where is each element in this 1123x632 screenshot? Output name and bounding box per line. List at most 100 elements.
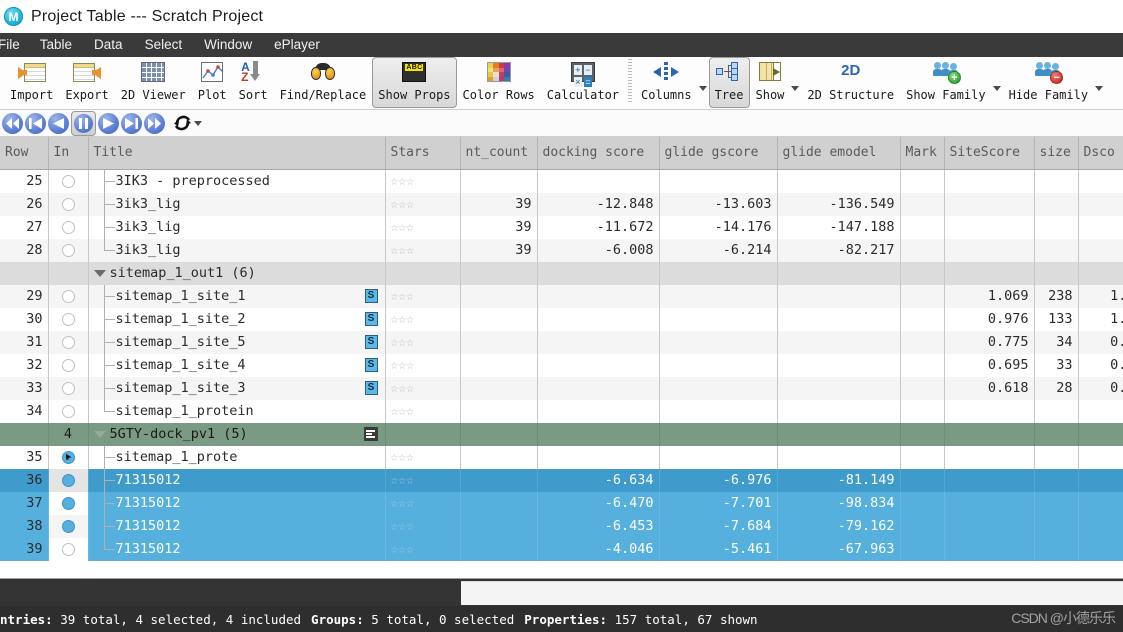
include-radio[interactable]: [61, 404, 75, 418]
table-row[interactable]: 33 sitemap_1_site_3 S ☆☆☆ 0.618280.5: [0, 376, 1123, 400]
star-rating-icon[interactable]: ☆☆☆: [391, 197, 414, 212]
horizontal-scrollbar[interactable]: [0, 578, 1123, 606]
cell-include-toggle[interactable]: [48, 514, 89, 538]
menu-item-eplayer[interactable]: ePlayer: [263, 33, 331, 57]
star-rating-icon[interactable]: ☆☆☆: [391, 243, 414, 258]
play-icon[interactable]: [98, 112, 119, 134]
hide-family-dropdown-caret[interactable]: [1095, 86, 1104, 91]
toolbar-button-show[interactable]: Show: [750, 57, 791, 108]
cell-include-toggle[interactable]: [48, 238, 89, 262]
cell-stars[interactable]: ☆☆☆: [385, 307, 461, 331]
fast-forward-icon[interactable]: [144, 112, 165, 134]
toolbar-button-2d-viewer[interactable]: 2D Viewer: [115, 57, 192, 108]
column-header-stars[interactable]: Stars: [385, 137, 461, 170]
table-row[interactable]: 35 sitemap_1_prote ☆☆☆: [0, 445, 1123, 469]
column-header-size[interactable]: size: [1034, 137, 1079, 170]
sync-refresh-icon[interactable]: [173, 114, 202, 132]
star-rating-icon[interactable]: ☆☆☆: [391, 404, 414, 419]
cell-stars[interactable]: ☆☆☆: [385, 238, 461, 262]
skip-end-icon[interactable]: [121, 112, 142, 134]
include-radio-active[interactable]: [61, 450, 75, 464]
toolbar-button-sort[interactable]: AZ Sort: [233, 57, 274, 108]
column-header-row[interactable]: Row: [0, 137, 49, 170]
cell-stars[interactable]: ☆☆☆: [385, 514, 461, 538]
fast-rewind-icon[interactable]: [2, 112, 23, 134]
menu-item-window[interactable]: Window: [193, 33, 263, 57]
include-radio[interactable]: [61, 243, 75, 257]
cell-stars[interactable]: ☆☆☆: [385, 399, 461, 423]
cell-include-toggle[interactable]: [48, 284, 89, 308]
cell-title[interactable]: 71315012: [88, 491, 386, 515]
include-radio[interactable]: [61, 381, 75, 395]
star-rating-icon[interactable]: ☆☆☆: [391, 335, 414, 350]
table-row[interactable]: 39 71315012 ☆☆☆ -4.046 -5.461 -67.963: [0, 537, 1123, 561]
cell-stars[interactable]: ☆☆☆: [385, 537, 461, 561]
menu-item-data[interactable]: Data: [83, 33, 134, 57]
column-header-sitescore[interactable]: SiteScore: [944, 137, 1035, 170]
star-rating-icon[interactable]: ☆☆☆: [391, 174, 414, 189]
table-row[interactable]: 25 3IK3 - preprocessed ☆☆☆: [0, 169, 1123, 193]
cell-title[interactable]: sitemap_1_protein: [88, 399, 386, 423]
cell-title[interactable]: sitemap_1_site_2 S: [88, 307, 386, 331]
star-rating-icon[interactable]: ☆☆☆: [391, 220, 414, 235]
table-row[interactable]: 27 3ik3_lig ☆☆☆ 39 -11.672 -14.176 -147.188: [0, 215, 1123, 239]
cell-title[interactable]: 71315012: [88, 468, 386, 492]
cell-include-toggle[interactable]: [48, 307, 89, 331]
toolbar-button-hide-family[interactable]: − Hide Family: [1003, 57, 1094, 108]
cell-title[interactable]: sitemap_1_site_3 S: [88, 376, 386, 400]
cell-title[interactable]: sitemap_1_site_1 S: [88, 284, 386, 308]
table-row[interactable]: 4 5GTY-dock_pv1 (5): [0, 422, 1123, 446]
menu-item-table[interactable]: Table: [29, 33, 83, 57]
cell-stars[interactable]: [385, 261, 461, 285]
cell-stars[interactable]: [385, 422, 461, 446]
toolbar-button-export[interactable]: Export: [59, 57, 114, 108]
toolbar-button-show-family[interactable]: + Show Family: [900, 57, 991, 108]
cell-title[interactable]: sitemap_1_site_5 S: [88, 330, 386, 354]
cell-stars[interactable]: ☆☆☆: [385, 376, 461, 400]
menu-item-file[interactable]: File: [0, 33, 29, 57]
include-radio[interactable]: [61, 312, 75, 326]
cell-include-toggle[interactable]: [48, 468, 89, 492]
toolbar-button-import[interactable]: Import: [4, 57, 59, 108]
star-rating-icon[interactable]: ☆☆☆: [391, 542, 414, 557]
column-header-docking-score[interactable]: docking score: [537, 137, 660, 170]
cell-stars[interactable]: ☆☆☆: [385, 284, 461, 308]
show-family-dropdown-caret[interactable]: [992, 86, 1001, 91]
cell-include-toggle[interactable]: [48, 215, 89, 239]
include-radio-selected[interactable]: [61, 496, 75, 510]
column-header-dscore[interactable]: Dsco: [1078, 137, 1123, 170]
table-row[interactable]: 37 71315012 ☆☆☆ -6.470 -7.701 -98.834: [0, 491, 1123, 515]
cell-include-toggle[interactable]: [48, 169, 89, 193]
column-header-title[interactable]: Title: [88, 137, 386, 170]
include-radio[interactable]: [61, 197, 75, 211]
include-radio[interactable]: [61, 220, 75, 234]
columns-dropdown-caret[interactable]: [698, 86, 707, 91]
cell-stars[interactable]: ☆☆☆: [385, 445, 461, 469]
cell-title[interactable]: 71315012: [88, 537, 386, 561]
cell-title[interactable]: sitemap_1_out1 (6): [88, 261, 386, 285]
cell-include-toggle[interactable]: [48, 376, 89, 400]
include-radio[interactable]: [61, 174, 75, 188]
menu-item-select[interactable]: Select: [134, 33, 194, 57]
cell-include-toggle[interactable]: [48, 491, 89, 515]
include-radio[interactable]: [61, 335, 75, 349]
star-rating-icon[interactable]: ☆☆☆: [391, 358, 414, 373]
cell-include-toggle[interactable]: [48, 537, 89, 561]
cell-include-toggle[interactable]: [48, 353, 89, 377]
toolbar-button-find-replace[interactable]: Find/Replace: [274, 57, 373, 108]
cell-stars[interactable]: ☆☆☆: [385, 468, 461, 492]
table-row[interactable]: 26 3ik3_lig ☆☆☆ 39 -12.848 -13.603 -136.549: [0, 192, 1123, 216]
column-header-atom-count[interactable]: nt_count: [460, 137, 538, 170]
star-rating-icon[interactable]: ☆☆☆: [391, 381, 414, 396]
cell-title[interactable]: 3ik3_lig: [88, 238, 386, 262]
pause-icon[interactable]: [71, 110, 96, 136]
scrollbar-track[interactable]: [461, 581, 1123, 605]
table-row[interactable]: sitemap_1_out1 (6): [0, 261, 1123, 285]
include-radio[interactable]: [61, 358, 75, 372]
cell-title[interactable]: 3IK3 - preprocessed: [88, 169, 386, 193]
table-row[interactable]: 36 71315012 ☆☆☆ -6.634 -6.976 -81.149: [0, 468, 1123, 492]
toolbar-button-2d-structure[interactable]: 2D 2D Structure: [801, 57, 900, 108]
cell-include-toggle[interactable]: [48, 261, 89, 285]
star-rating-icon[interactable]: ☆☆☆: [391, 496, 414, 511]
column-header-glide-emodel[interactable]: glide emodel: [777, 137, 901, 170]
